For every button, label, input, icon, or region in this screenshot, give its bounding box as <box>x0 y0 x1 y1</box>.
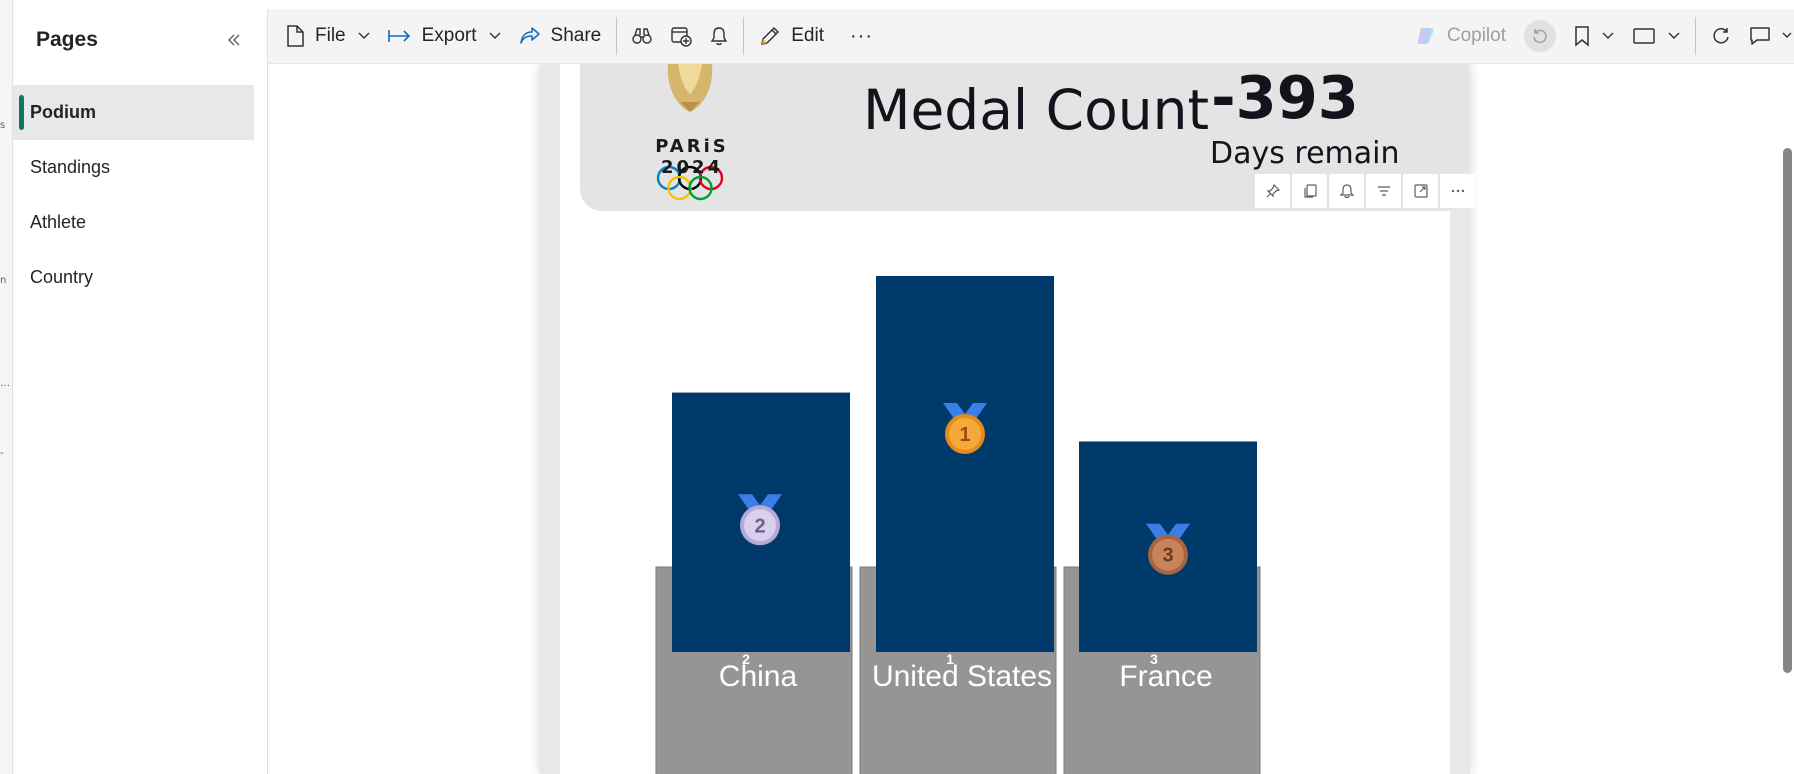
country-label: France <box>1119 660 1212 693</box>
more-options-icon: ··· <box>850 24 873 47</box>
country-label: China <box>719 660 798 693</box>
subscribe-button[interactable] <box>661 17 701 55</box>
medal-rank-label: 2 <box>754 515 765 537</box>
export-menu-button[interactable]: Export <box>379 17 510 55</box>
share-icon <box>519 27 540 44</box>
page-item-label: Country <box>30 267 94 287</box>
page-item-label: Athlete <box>30 212 87 232</box>
more-options-icon[interactable] <box>1440 174 1475 208</box>
chevron-down-icon <box>489 32 501 39</box>
page-item-athlete[interactable]: Athlete <box>13 195 254 250</box>
chevron-down-icon <box>1782 32 1792 38</box>
binoculars-icon <box>632 28 652 44</box>
page-item-label: Podium <box>30 102 96 122</box>
copilot-icon <box>1417 28 1434 44</box>
filter-icon[interactable] <box>1366 174 1401 208</box>
chevron-down-icon <box>358 32 370 39</box>
file-icon <box>287 25 304 47</box>
export-icon <box>387 30 410 42</box>
edit-button[interactable]: Edit <box>750 17 833 55</box>
vertical-scrollbar[interactable] <box>1780 64 1794 774</box>
toolbar-divider <box>1695 17 1696 55</box>
page-item-podium[interactable]: Podium <box>13 85 254 140</box>
bookmark-icon <box>1575 26 1589 47</box>
copilot-button[interactable]: Copilot <box>1406 17 1515 55</box>
focus-mode-icon[interactable] <box>1403 174 1438 208</box>
podium-bar[interactable] <box>876 276 1054 652</box>
comment-icon <box>1750 27 1770 45</box>
page-item-label: Standings <box>30 157 111 177</box>
subscribe-icon <box>671 27 692 47</box>
alert-button[interactable] <box>701 17 737 55</box>
medal-rank-label: 1 <box>959 424 970 446</box>
pencil-icon <box>761 27 779 45</box>
page-item-standings[interactable]: Standings <box>13 140 254 195</box>
bell-icon[interactable] <box>1329 174 1364 208</box>
chevron-down-icon <box>1602 32 1614 39</box>
refresh-icon <box>1713 28 1729 44</box>
medal-rank-label: 3 <box>1162 545 1173 567</box>
pages-header: Pages <box>13 9 267 71</box>
copilot-label: Copilot <box>1446 25 1506 46</box>
logo-wordmark: PARiS 2024 <box>655 136 729 178</box>
toolbar-divider <box>743 17 745 55</box>
reset-button[interactable] <box>1515 17 1565 55</box>
file-menu-button[interactable]: File <box>276 17 379 55</box>
edit-label: Edit <box>791 25 824 46</box>
toolbar-divider <box>616 17 618 55</box>
share-button[interactable]: Share <box>510 17 611 55</box>
report-page: 2 China 2 1 United States 1 3 France 3 PARiS 202… <box>540 64 1475 774</box>
pages-title: Pages <box>36 28 98 51</box>
share-label: Share <box>550 25 602 46</box>
days-remaining-value: -393 <box>1211 64 1359 132</box>
country-label: United States <box>872 660 1052 693</box>
export-label: Export <box>421 25 477 46</box>
explore-button[interactable] <box>623 17 661 55</box>
view-icon <box>1633 28 1655 44</box>
days-remaining-label: Days remain <box>1210 136 1400 171</box>
bell-icon <box>710 27 728 46</box>
overflow-chevron-button[interactable] <box>1780 17 1794 55</box>
more-options-button[interactable]: ··· <box>841 17 882 55</box>
page-list: Podium Standings Athlete Country <box>13 85 267 305</box>
copy-visual-icon[interactable] <box>1292 174 1327 208</box>
card-title: Medal Count <box>863 78 1210 142</box>
chevron-down-icon <box>1668 32 1680 39</box>
scrollbar-thumb[interactable] <box>1783 148 1792 673</box>
collapse-pane-icon[interactable] <box>223 29 245 51</box>
background-window-strip: s n … - <box>0 0 13 774</box>
paris-2024-logo <box>656 64 724 201</box>
file-label: File <box>315 25 346 46</box>
report-toolbar: File Export Share Edit ··· Copilot <box>268 9 1794 64</box>
page-item-country[interactable]: Country <box>13 250 254 305</box>
report-canvas: 2 China 2 1 United States 1 3 France 3 PARiS 202… <box>268 64 1794 774</box>
header-card: PARiS 2024 Medal Count -393 Days remain <box>580 64 1475 211</box>
view-button[interactable] <box>1623 17 1689 55</box>
refresh-button[interactable] <box>1702 17 1740 55</box>
pages-pane: Pages Podium Standings Athlete Country <box>13 9 268 774</box>
pin-icon[interactable] <box>1255 174 1290 208</box>
bookmark-button[interactable] <box>1565 17 1623 55</box>
comment-button[interactable] <box>1740 17 1780 55</box>
visual-header-icons <box>1255 174 1475 208</box>
reset-icon <box>1524 20 1556 52</box>
